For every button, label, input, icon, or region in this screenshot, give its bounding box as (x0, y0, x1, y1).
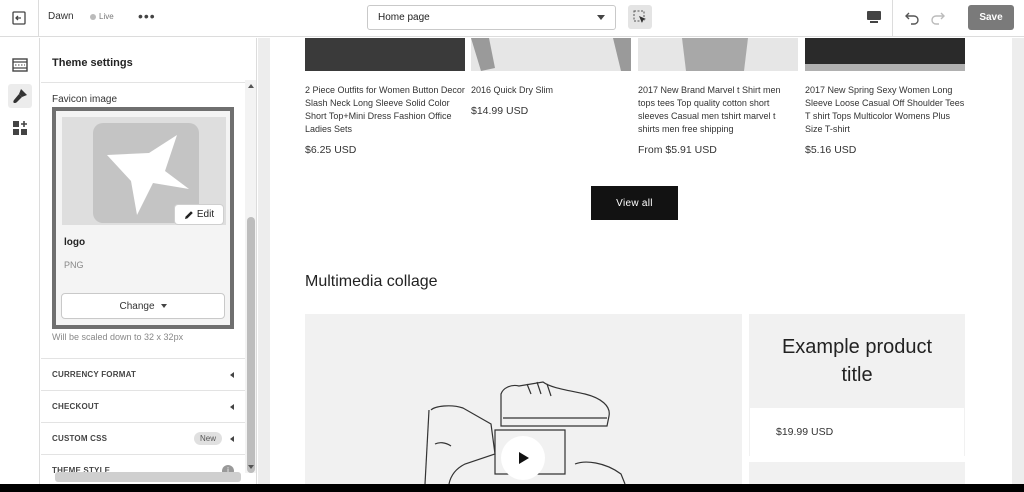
page-selector-value: Home page (378, 12, 430, 23)
exit-editor-button[interactable] (8, 7, 30, 29)
product-price: $6.25 USD (305, 144, 357, 156)
horizontal-scrollbar[interactable] (55, 472, 241, 482)
theme-settings-icon (13, 89, 27, 104)
collage-video-block[interactable] (305, 314, 742, 484)
favicon-thumbnail[interactable]: Edit (62, 117, 226, 225)
product-title[interactable]: 2016 Quick Dry Slim (471, 84, 631, 97)
inspector-toggle-button[interactable] (628, 5, 652, 29)
accordion-custom-css[interactable]: CUSTOM CSS New (41, 422, 245, 454)
scale-hint: Will be scaled down to 32 x 32px (52, 332, 184, 342)
chevron-down-icon (597, 15, 605, 20)
product-image (305, 38, 465, 71)
edit-image-button[interactable]: Edit (175, 205, 223, 224)
accordion-label: CUSTOM CSS (52, 434, 108, 443)
app-embeds-button[interactable] (8, 116, 32, 140)
product-price: From $5.91 USD (638, 144, 717, 156)
section-title: Multimedia collage (305, 273, 438, 290)
scroll-down-icon[interactable] (248, 465, 254, 469)
collage-product-block[interactable]: Example product title (749, 314, 965, 408)
theme-editor: Dawn Live ••• Home page Save Theme setti… (0, 0, 1024, 484)
panel-scrollbar[interactable] (245, 80, 256, 473)
shirt-image-icon (682, 38, 748, 71)
undo-icon (905, 12, 919, 25)
image-file-type: PNG (64, 260, 84, 270)
more-actions-button[interactable]: ••• (138, 8, 156, 24)
live-dot-icon (90, 13, 96, 20)
favicon-image-picker: Edit logo PNG Change (52, 107, 234, 329)
product-title[interactable]: 2017 New Brand Marvel t Shirt men tops t… (638, 84, 798, 136)
collage-product-title[interactable]: Example product title (769, 333, 945, 389)
app-embeds-icon (13, 121, 27, 135)
change-label: Change (119, 300, 155, 312)
save-button[interactable]: Save (968, 5, 1014, 30)
live-badge: Live (90, 12, 114, 21)
page-selector[interactable]: Home page (367, 5, 616, 30)
scroll-up-icon[interactable] (248, 84, 254, 88)
product-card[interactable]: 2017 New Brand Marvel t Shirt men tops t… (638, 38, 798, 156)
redo-button[interactable] (928, 7, 948, 27)
theme-settings-panel: Theme settings Favicon image Edit logo P… (41, 38, 257, 484)
exit-icon (12, 11, 26, 25)
product-card[interactable]: 2 Piece Outfits for Women Button Decor S… (305, 38, 465, 156)
pencil-icon (184, 210, 193, 219)
collage-next-block[interactable] (749, 462, 965, 484)
divider (892, 0, 893, 37)
accordion-currency-format[interactable]: CURRENCY FORMAT (41, 358, 245, 390)
product-card[interactable]: 2017 New Spring Sexy Women Long Sleeve L… (805, 38, 965, 156)
play-icon (519, 452, 529, 464)
product-image (638, 38, 798, 71)
product-image (805, 38, 965, 71)
change-image-button[interactable]: Change (61, 293, 225, 319)
divider (38, 0, 39, 37)
product-title[interactable]: 2017 New Spring Sexy Women Long Sleeve L… (805, 84, 965, 136)
storefront-preview: 2 Piece Outfits for Women Button Decor S… (258, 38, 1024, 484)
product-price: $5.16 USD (805, 144, 857, 156)
chevron-left-icon (230, 403, 234, 410)
chevron-left-icon (230, 371, 234, 378)
model-image-icon (805, 38, 965, 71)
play-video-button[interactable] (501, 436, 545, 480)
theme-settings-button[interactable] (8, 84, 32, 108)
image-file-name: logo (64, 237, 86, 248)
theme-name: Dawn (48, 11, 74, 22)
collage-product-price: $19.99 USD (749, 408, 965, 456)
accordion-label: CHECKOUT (52, 402, 99, 411)
product-image (471, 38, 631, 71)
jacket-image-icon (471, 38, 631, 71)
accordion-checkout[interactable]: CHECKOUT (41, 390, 245, 422)
undo-button[interactable] (902, 7, 922, 27)
top-bar: Dawn Live ••• Home page Save (0, 0, 1024, 37)
divider (41, 82, 245, 83)
desktop-view-button[interactable] (864, 8, 884, 26)
icon-rail (0, 38, 40, 484)
product-price: $14.99 USD (471, 105, 529, 117)
preview-canvas: 2 Piece Outfits for Women Button Decor S… (270, 38, 1012, 484)
edit-label: Edit (196, 209, 215, 220)
panel-title: Theme settings (52, 57, 133, 69)
redo-icon (931, 12, 945, 25)
live-label: Live (99, 12, 114, 21)
product-title[interactable]: 2 Piece Outfits for Women Button Decor S… (305, 84, 465, 136)
favicon-label: Favicon image (52, 94, 118, 105)
sections-icon (12, 58, 28, 72)
product-card[interactable]: 2016 Quick Dry Slim $14.99 USD (471, 38, 631, 117)
inspector-cursor-icon (633, 10, 646, 23)
accordion-label: CURRENCY FORMAT (52, 370, 137, 379)
desktop-icon (867, 11, 881, 23)
view-all-button[interactable]: View all (591, 186, 678, 220)
chevron-left-icon (230, 435, 234, 442)
scrollbar-thumb[interactable] (247, 217, 255, 473)
new-badge: New (193, 432, 222, 445)
chevron-down-icon (160, 304, 167, 308)
sections-button[interactable] (8, 53, 32, 77)
